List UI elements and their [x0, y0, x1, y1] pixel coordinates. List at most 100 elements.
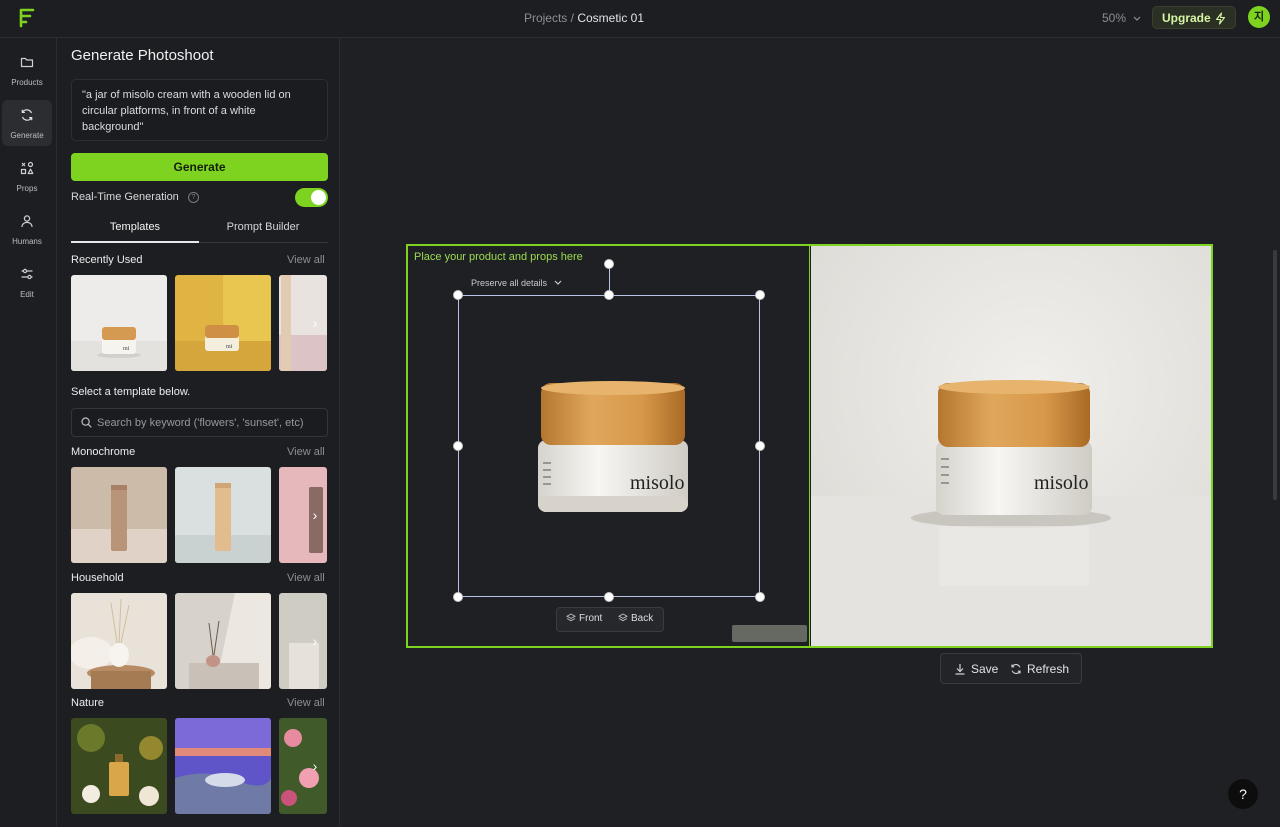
top-bar: Projects / Cosmetic 01 50% Upgrade 지 [0, 0, 1280, 38]
generate-sidebar: Generate Photoshoot "a jar of misolo cre… [57, 38, 340, 827]
prompt-textarea[interactable]: "a jar of misolo cream with a wooden lid… [71, 79, 328, 141]
template-thumbnail[interactable]: mi [175, 275, 271, 371]
resize-handle-nw[interactable] [453, 290, 463, 300]
template-thumbnail[interactable] [71, 593, 167, 689]
view-all-link[interactable]: View all [287, 446, 325, 458]
upgrade-label: Upgrade [1162, 11, 1211, 25]
front-label: Front [579, 613, 603, 624]
watermark-badge [732, 625, 807, 642]
search-icon [81, 417, 92, 428]
refresh-icon [21, 109, 33, 121]
layers-icon [618, 613, 628, 622]
resize-handle-se[interactable] [755, 592, 765, 602]
generated-result-pane[interactable]: misolo [811, 246, 1211, 646]
chevron-right-icon[interactable]: › [307, 633, 323, 649]
preserve-details-dropdown[interactable]: Preserve all details [471, 278, 562, 288]
rail-item-products[interactable]: Products [2, 47, 52, 93]
resize-handle-e[interactable] [755, 441, 765, 451]
sliders-icon [21, 268, 33, 280]
resize-handle-s[interactable] [604, 592, 614, 602]
view-all-link[interactable]: View all [287, 697, 325, 709]
template-thumbnail[interactable] [71, 467, 167, 563]
bring-front-button[interactable]: Front [566, 613, 602, 624]
resize-handle-ne[interactable] [755, 290, 765, 300]
chevron-down-icon [554, 280, 561, 285]
canvas-scrollbar[interactable] [1273, 250, 1277, 500]
breadcrumb-projects-link[interactable]: Projects [524, 11, 567, 25]
folder-icon [20, 57, 34, 68]
refresh-label: Refresh [1027, 662, 1070, 676]
rail-item-generate[interactable]: Generate [2, 100, 52, 146]
selection-box[interactable] [458, 295, 760, 597]
chevron-right-icon[interactable]: › [307, 507, 323, 523]
chevron-down-icon [1133, 16, 1141, 21]
download-icon [955, 664, 965, 675]
template-thumbnail[interactable] [175, 593, 271, 689]
layer-order-toolbar: Front Back [556, 607, 664, 632]
resize-handle-sw[interactable] [453, 592, 463, 602]
section-title-recently-used: Recently Used [71, 254, 143, 266]
template-thumbnail[interactable] [175, 467, 271, 563]
template-thumbnail[interactable] [71, 718, 167, 814]
rail-label: Products [11, 78, 43, 87]
back-label: Back [631, 613, 654, 624]
realtime-toggle[interactable] [295, 188, 328, 207]
realtime-label: Real-Time Generation [71, 191, 179, 203]
search-field[interactable] [71, 408, 328, 437]
section-title-household: Household [71, 572, 124, 584]
lightning-icon [1215, 12, 1226, 25]
chevron-right-icon[interactable]: › [307, 315, 323, 331]
section-title-nature: Nature [71, 697, 105, 709]
nav-rail: Products Generate Props Humans Edit [0, 38, 57, 827]
result-actions-toolbar: Save Refresh [940, 653, 1082, 684]
svg-text:mi: mi [123, 346, 130, 352]
avatar[interactable]: 지 [1248, 6, 1270, 28]
preserve-label: Preserve all details [471, 278, 548, 288]
rail-label: Props [16, 184, 38, 193]
template-thumbnail[interactable]: mi [71, 275, 167, 371]
zoom-dropdown[interactable]: 50% [1102, 11, 1141, 25]
generated-image: misolo [811, 246, 1211, 646]
section-title-monochrome: Monochrome [71, 446, 136, 458]
chevron-right-icon[interactable]: › [307, 758, 323, 774]
rail-item-props[interactable]: Props [2, 153, 52, 199]
search-input[interactable] [97, 409, 325, 436]
product-brand: misolo [1034, 472, 1088, 494]
placement-hint: Place your product and props here [414, 251, 583, 263]
rail-label: Edit [20, 290, 34, 299]
send-back-button[interactable]: Back [618, 613, 653, 624]
zoom-value: 50% [1102, 11, 1127, 25]
rotate-handle[interactable] [604, 259, 614, 269]
input-pane: Place your product and props here Preser… [408, 246, 810, 646]
select-template-label: Select a template below. [71, 386, 191, 398]
rail-item-edit[interactable]: Edit [2, 259, 52, 305]
breadcrumb: Projects / Cosmetic 01 [0, 11, 1168, 25]
shapes-icon [20, 161, 34, 175]
help-circle-icon[interactable]: ? [188, 192, 199, 203]
tab-templates[interactable]: Templates [71, 221, 199, 233]
page-title: Generate Photoshoot [71, 47, 214, 64]
svg-text:mi: mi [226, 344, 233, 350]
person-icon [21, 215, 33, 228]
breadcrumb-separator: / [567, 11, 578, 25]
save-button[interactable]: Save [954, 662, 998, 676]
view-all-link[interactable]: View all [287, 254, 325, 266]
tab-prompt-builder[interactable]: Prompt Builder [199, 221, 327, 233]
composition-board: Place your product and props here Preser… [406, 244, 1213, 648]
tab-active-indicator [71, 241, 199, 243]
template-thumbnail[interactable] [175, 718, 271, 814]
upgrade-button[interactable]: Upgrade [1152, 6, 1236, 29]
help-button[interactable]: ? [1228, 779, 1258, 809]
breadcrumb-current: Cosmetic 01 [577, 11, 645, 25]
resize-handle-n[interactable] [604, 290, 614, 300]
refresh-button[interactable]: Refresh [1010, 662, 1069, 676]
refresh-icon [1011, 664, 1021, 674]
layers-icon [566, 613, 576, 622]
rail-label: Humans [12, 237, 42, 246]
rail-label: Generate [10, 131, 44, 140]
save-label: Save [971, 662, 999, 676]
generate-button[interactable]: Generate [71, 153, 328, 181]
view-all-link[interactable]: View all [287, 572, 325, 584]
resize-handle-w[interactable] [453, 441, 463, 451]
rail-item-humans[interactable]: Humans [2, 206, 52, 252]
